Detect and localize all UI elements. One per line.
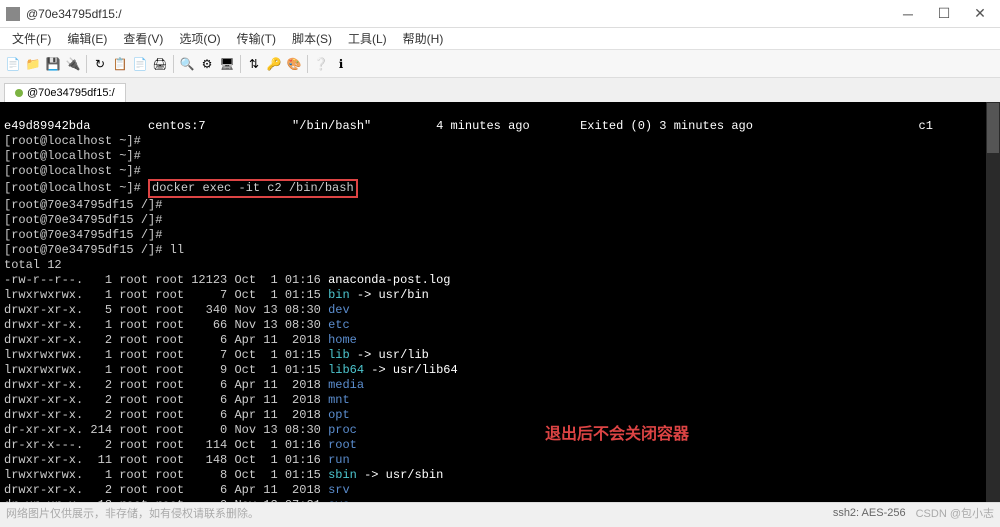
toolbar-paste-icon[interactable]: 📄 — [131, 55, 149, 73]
annotation-text: 退出后不会关闭容器 — [545, 427, 689, 442]
menu-options[interactable]: 选项(O) — [171, 28, 228, 49]
toolbar-separator — [240, 55, 241, 73]
toolbar-print-icon[interactable]: 🖨 — [151, 55, 169, 73]
minimize-button[interactable]: ─ — [894, 4, 922, 24]
statusbar: 网络图片仅供展示，非存储，如有侵权请联系删除。 ssh2: AES-256 CS… — [0, 502, 1000, 522]
window-title: @70e34795df15:/ — [26, 7, 894, 21]
toolbar-separator — [173, 55, 174, 73]
toolbar: 📄 📁 💾 🔌 ↻ 📋 📄 🖨 🔍 ⚙ 🖥 ⇅ 🔑 🎨 ❔ ℹ — [0, 50, 1000, 78]
maximize-button[interactable]: ☐ — [930, 4, 958, 24]
toolbar-open-icon[interactable]: 📁 — [24, 55, 42, 73]
menu-edit[interactable]: 编辑(E) — [59, 28, 115, 49]
toolbar-copy-icon[interactable]: 📋 — [111, 55, 129, 73]
toolbar-separator — [307, 55, 308, 73]
window-controls: ─ ☐ ✕ — [894, 4, 994, 24]
connection-status-icon — [15, 89, 23, 97]
toolbar-new-icon[interactable]: 📄 — [4, 55, 22, 73]
status-ssh: ssh2: AES-256 — [833, 507, 906, 519]
app-icon — [6, 7, 20, 21]
session-tab[interactable]: @70e34795df15:/ — [4, 83, 126, 102]
menu-tools[interactable]: 工具(L) — [340, 28, 395, 49]
toolbar-color-icon[interactable]: 🎨 — [285, 55, 303, 73]
toolbar-key-icon[interactable]: 🔑 — [265, 55, 283, 73]
toolbar-save-icon[interactable]: 💾 — [44, 55, 62, 73]
titlebar: @70e34795df15:/ ─ ☐ ✕ — [0, 0, 1000, 28]
toolbar-props-icon[interactable]: ⚙ — [198, 55, 216, 73]
menubar: 文件(F) 编辑(E) 查看(V) 选项(O) 传输(T) 脚本(S) 工具(L… — [0, 28, 1000, 50]
tab-label: @70e34795df15:/ — [27, 87, 115, 99]
toolbar-find-icon[interactable]: 🔍 — [178, 55, 196, 73]
menu-script[interactable]: 脚本(S) — [284, 28, 340, 49]
toolbar-help-icon[interactable]: ❔ — [312, 55, 330, 73]
toolbar-info-icon[interactable]: ℹ — [332, 55, 350, 73]
menu-help[interactable]: 帮助(H) — [395, 28, 452, 49]
scrollbar[interactable] — [986, 102, 1000, 502]
menu-view[interactable]: 查看(V) — [115, 28, 171, 49]
toolbar-separator — [86, 55, 87, 73]
toolbar-reconnect-icon[interactable]: ↻ — [91, 55, 109, 73]
toolbar-host-icon[interactable]: 🖥 — [218, 55, 236, 73]
scroll-thumb[interactable] — [987, 103, 999, 153]
status-left: 网络图片仅供展示，非存储，如有侵权请联系删除。 — [6, 505, 259, 521]
toolbar-disconnect-icon[interactable]: 🔌 — [64, 55, 82, 73]
status-credit: CSDN @包小志 — [916, 505, 994, 521]
menu-file[interactable]: 文件(F) — [4, 28, 59, 49]
menu-transfer[interactable]: 传输(T) — [229, 28, 284, 49]
terminal[interactable]: e49d89942bda centos:7 "/bin/bash" 4 minu… — [0, 102, 1000, 502]
close-button[interactable]: ✕ — [966, 4, 994, 24]
tabbar: @70e34795df15:/ — [0, 78, 1000, 102]
toolbar-xfer-icon[interactable]: ⇅ — [245, 55, 263, 73]
